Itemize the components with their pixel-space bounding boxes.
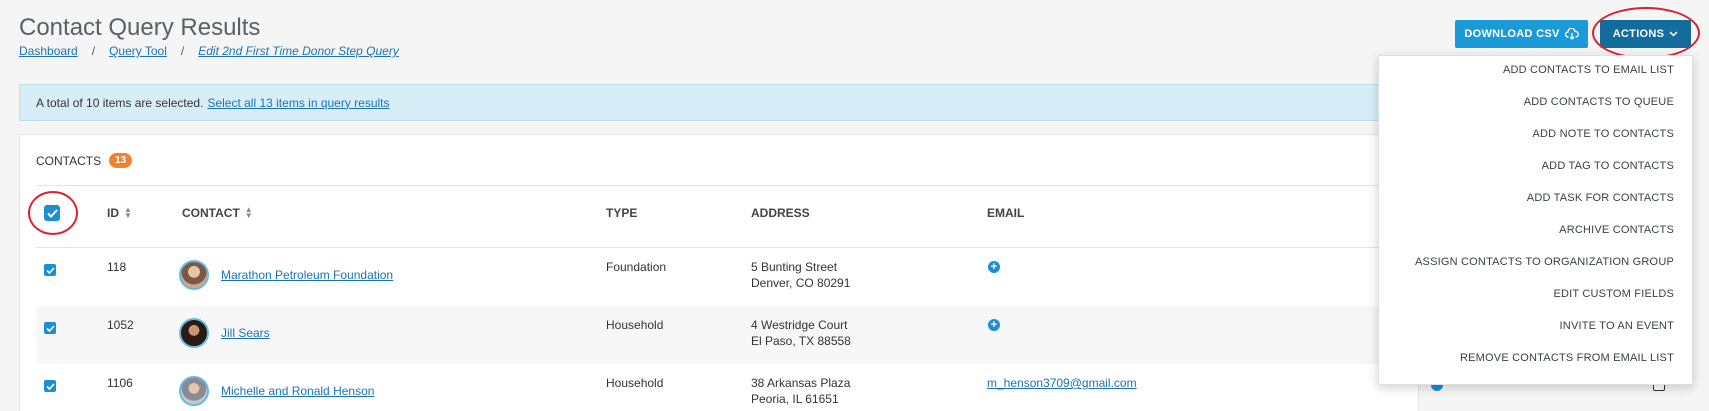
row-checkbox[interactable]: [44, 322, 56, 334]
plus-circle-icon[interactable]: +: [988, 261, 1000, 273]
checkmark-icon: [45, 382, 55, 390]
breadcrumb-query-tool[interactable]: Query Tool: [109, 44, 167, 58]
contacts-label: CONTACTS: [36, 153, 102, 168]
table-row: 118 Marathon Petroleum Foundation Founda…: [36, 248, 1418, 306]
select-all-link[interactable]: Select all 13 items in query results: [207, 96, 389, 110]
address-line-2: El Paso, TX 88558: [751, 334, 851, 348]
contact-name-link[interactable]: Marathon Petroleum Foundation: [221, 267, 393, 283]
breadcrumb: Dashboard / Query Tool / Edit 2nd First …: [19, 44, 399, 58]
column-header-email: EMAIL: [987, 206, 1025, 220]
menu-item-add-note[interactable]: ADD NOTE TO CONTACTS: [1532, 128, 1674, 140]
plus-circle-icon[interactable]: +: [988, 319, 1000, 331]
sort-icon: ▲ ▼: [124, 205, 132, 220]
download-csv-button[interactable]: DOWNLOAD CSV: [1455, 20, 1588, 48]
contacts-header: CONTACTS 13: [36, 153, 133, 168]
address-line-2: Denver, CO 80291: [751, 276, 851, 290]
address-line-1: 4 Westridge Court: [751, 318, 848, 332]
contact-id: 1052: [107, 318, 134, 332]
contact-type: Household: [606, 376, 664, 390]
annotation-circle-actions: [1592, 7, 1700, 59]
address-line-1: 5 Bunting Street: [751, 260, 838, 274]
contact-type: Household: [606, 318, 664, 332]
menu-item-remove-from-email-list[interactable]: REMOVE CONTACTS FROM EMAIL LIST: [1460, 352, 1674, 364]
table-row: 1052 Jill Sears Household 4 Westridge Co…: [36, 306, 1418, 364]
selection-alert: A total of 10 items are selected. Select…: [19, 84, 1419, 121]
column-header-address: ADDRESS: [751, 206, 810, 220]
menu-item-add-to-email-list[interactable]: ADD CONTACTS TO EMAIL LIST: [1503, 64, 1674, 76]
contact-name-link[interactable]: Jill Sears: [221, 325, 270, 341]
row-checkbox[interactable]: [44, 380, 56, 392]
contact-id: 118: [107, 260, 127, 274]
menu-item-edit-custom-fields[interactable]: EDIT CUSTOM FIELDS: [1553, 288, 1674, 300]
breadcrumb-separator: /: [180, 44, 185, 58]
cloud-download-icon: [1564, 28, 1579, 40]
contact-type: Foundation: [606, 260, 667, 274]
table-row: 1106 Michelle and Ronald Henson Househol…: [36, 364, 1418, 411]
contact-id: 1106: [107, 376, 133, 390]
menu-item-archive[interactable]: ARCHIVE CONTACTS: [1559, 224, 1674, 236]
sort-icon: ▲ ▼: [244, 205, 253, 220]
address-line-2: Peoria, IL 61651: [751, 392, 839, 406]
menu-item-invite-to-event[interactable]: INVITE TO AN EVENT: [1560, 320, 1674, 332]
divider: [36, 185, 1418, 186]
row-checkbox[interactable]: [44, 264, 56, 276]
contact-email-link[interactable]: m_henson3709@gmail.com: [987, 375, 1137, 391]
menu-item-add-task[interactable]: ADD TASK FOR CONTACTS: [1527, 192, 1674, 204]
avatar: [179, 260, 209, 290]
actions-dropdown-menu: ADD CONTACTS TO EMAIL LIST ADD CONTACTS …: [1378, 55, 1693, 385]
menu-item-add-to-queue[interactable]: ADD CONTACTS TO QUEUE: [1524, 96, 1674, 108]
breadcrumb-edit-query[interactable]: Edit 2nd First Time Donor Step Query: [198, 44, 399, 58]
menu-item-add-tag[interactable]: ADD TAG TO CONTACTS: [1542, 160, 1674, 172]
menu-item-assign-group[interactable]: ASSIGN CONTACTS TO ORGANIZATION GROUP: [1415, 256, 1674, 268]
contact-name-link[interactable]: Michelle and Ronald Henson: [221, 383, 374, 399]
contacts-count-badge: 13: [109, 153, 133, 168]
page-title: Contact Query Results: [19, 14, 261, 41]
breadcrumb-dashboard[interactable]: Dashboard: [19, 44, 78, 58]
selection-count-text: A total of 10 items are selected.: [36, 95, 204, 110]
annotation-circle-checkbox: [28, 191, 78, 235]
contacts-panel: CONTACTS 13 ID ▲ ▼ CONTACT ▲ ▼ TYPE ADDRES…: [19, 134, 1419, 411]
address-line-1: 38 Arkansas Plaza: [751, 376, 851, 390]
breadcrumb-separator: /: [91, 44, 96, 58]
column-header-id[interactable]: ID ▲ ▼: [107, 205, 132, 221]
column-header-contact[interactable]: CONTACT ▲ ▼: [182, 205, 253, 221]
avatar: [179, 318, 209, 348]
checkmark-icon: [45, 324, 55, 332]
checkmark-icon: [45, 266, 55, 274]
column-header-type: TYPE: [606, 206, 638, 220]
download-csv-label: DOWNLOAD CSV: [1464, 28, 1560, 40]
avatar: [179, 376, 209, 406]
